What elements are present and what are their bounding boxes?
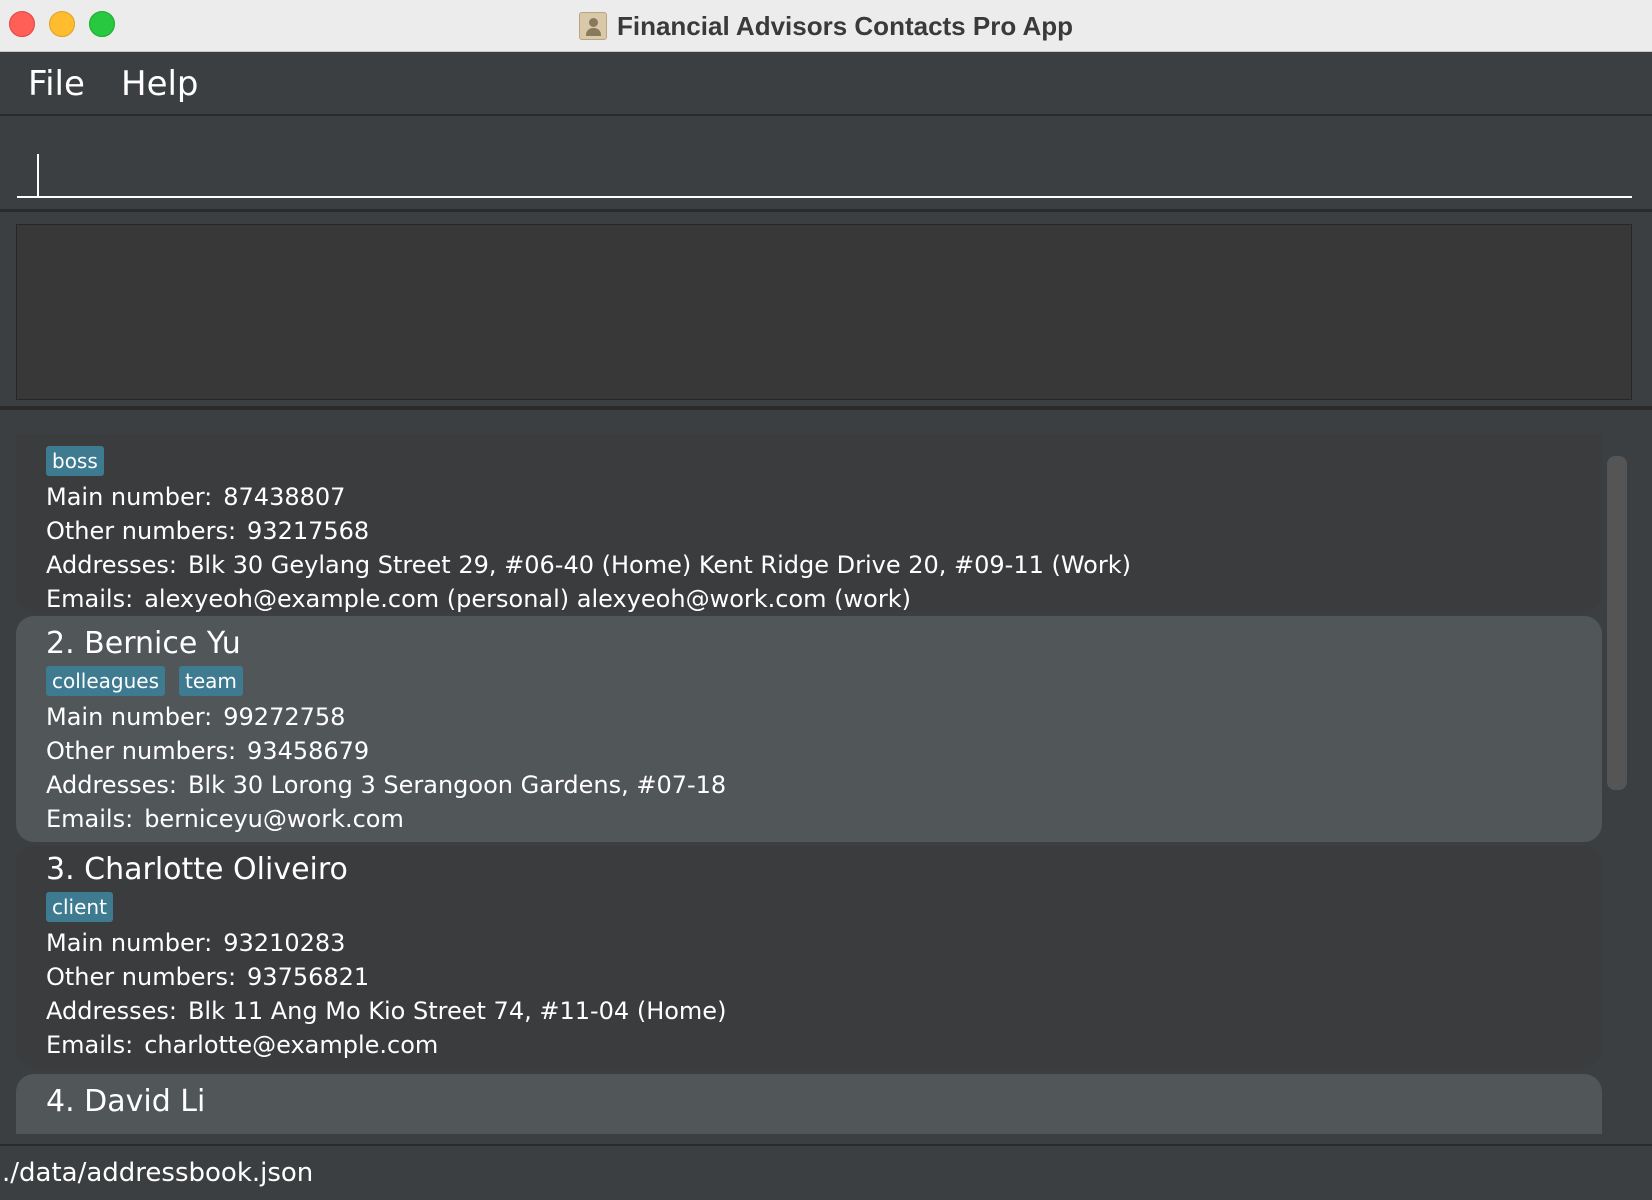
other-numbers-row: Other numbers: 93458679 — [46, 734, 726, 768]
other-numbers-row: Other numbers: 93756821 — [46, 960, 726, 994]
main-number-label: Main number: — [46, 703, 213, 731]
main-number-label: Main number: — [46, 929, 213, 957]
main-number-row: Main number: 87438807 — [46, 480, 1131, 514]
addresses-value: Blk 30 Lorong 3 Serangoon Gardens, #07-1… — [187, 771, 727, 799]
tag-list: boss — [46, 446, 1131, 480]
contact-name: 3. Charlotte Oliveiro — [46, 852, 348, 887]
contact-card[interactable]: 1. Alex Yeoh boss Main number: 87438807 O… — [16, 434, 1602, 613]
addresses-label: Addresses: — [46, 551, 177, 579]
window-title: Financial Advisors Contacts Pro App — [616, 10, 1074, 41]
emails-value: alexyeoh@example.com (personal) alexyeoh… — [144, 585, 911, 613]
menu-help[interactable]: Help — [121, 64, 199, 104]
contact-name: 2. Bernice Yu — [46, 626, 241, 661]
menu-file[interactable]: File — [28, 64, 85, 104]
contact-name: 4. David Li — [46, 1084, 206, 1119]
main-number-value: 93210283 — [223, 929, 346, 957]
tag-list: colleagues team — [46, 666, 726, 700]
other-numbers-value: 93756821 — [247, 963, 370, 991]
emails-label: Emails: — [46, 1031, 134, 1059]
addresses-value: Blk 30 Geylang Street 29, #06-40 (Home) … — [187, 551, 1131, 579]
other-numbers-value: 93217568 — [247, 517, 370, 545]
addresses-row: Addresses: Blk 11 Ang Mo Kio Street 74, #… — [46, 994, 726, 1028]
command-input[interactable] — [17, 134, 1632, 198]
tag: boss — [46, 446, 104, 476]
save-location-path: ./data/addressbook.json — [2, 1158, 314, 1188]
contact-name: 1. Alex Yeoh — [46, 434, 1131, 444]
main-number-label: Main number: — [46, 483, 213, 511]
window-title-group: Financial Advisors Contacts Pro App — [0, 0, 1652, 52]
addresses-value: Blk 11 Ang Mo Kio Street 74, #11-04 (Hom… — [187, 997, 727, 1025]
contact-list[interactable]: 1. Alex Yeoh boss Main number: 87438807 O… — [16, 434, 1602, 1134]
tag: colleagues — [46, 666, 166, 696]
other-numbers-label: Other numbers: — [46, 737, 237, 765]
tag-list: client — [46, 892, 726, 926]
menu-bar: File Help — [0, 52, 1652, 116]
addresses-row: Addresses: Blk 30 Lorong 3 Serangoon Gard… — [46, 768, 726, 802]
addresses-row: Addresses: Blk 30 Geylang Street 29, #06-… — [46, 548, 1131, 582]
text-caret — [37, 154, 39, 198]
contact-list-panel: 1. Alex Yeoh boss Main number: 87438807 O… — [0, 410, 1652, 1144]
emails-row: Emails: charlotte@example.com — [46, 1028, 726, 1062]
other-numbers-label: Other numbers: — [46, 963, 237, 991]
tag: client — [46, 892, 113, 922]
emails-label: Emails: — [46, 805, 134, 833]
emails-label: Emails: — [46, 585, 134, 613]
main-number-value: 99272758 — [223, 703, 346, 731]
addresses-label: Addresses: — [46, 771, 177, 799]
emails-value: berniceyu@work.com — [144, 805, 404, 833]
contact-card-selected[interactable]: 2. Bernice Yu colleagues team Main numbe… — [16, 616, 1602, 842]
emails-row: Emails: alexyeoh@example.com (personal) a… — [46, 582, 1131, 616]
other-numbers-label: Other numbers: — [46, 517, 237, 545]
status-bar: ./data/addressbook.json — [0, 1144, 1652, 1200]
result-display-area — [0, 212, 1652, 410]
command-box-area — [0, 116, 1652, 212]
other-numbers-value: 93458679 — [247, 737, 370, 765]
tag: team — [179, 666, 243, 696]
emails-row: Emails: berniceyu@work.com — [46, 802, 726, 836]
other-numbers-row: Other numbers: 93217568 — [46, 514, 1131, 548]
main-number-value: 87438807 — [223, 483, 346, 511]
result-display — [16, 224, 1632, 400]
contact-card[interactable]: 4. David Li — [16, 1074, 1602, 1134]
addresses-label: Addresses: — [46, 997, 177, 1025]
main-number-row: Main number: 99272758 — [46, 700, 726, 734]
title-bar: Financial Advisors Contacts Pro App — [0, 0, 1652, 52]
emails-value: charlotte@example.com — [144, 1031, 439, 1059]
contact-card[interactable]: 3. Charlotte Oliveiro client Main number… — [16, 846, 1602, 1068]
contacts-app-icon — [578, 12, 607, 40]
list-scrollbar[interactable] — [1607, 456, 1627, 790]
main-number-row: Main number: 93210283 — [46, 926, 726, 960]
